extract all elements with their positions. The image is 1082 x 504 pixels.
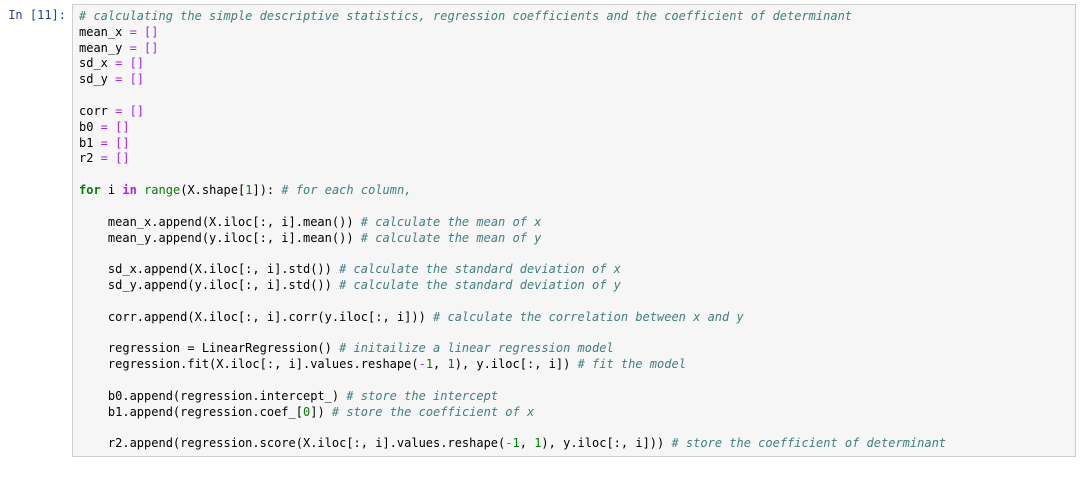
prompt-label: In [8, 8, 22, 22]
input-prompt: In [11]: [0, 4, 72, 457]
prompt-number: 11 [37, 8, 51, 22]
code-input-area[interactable]: # calculating the simple descriptive sta… [72, 4, 1076, 457]
code-content: # calculating the simple descriptive sta… [79, 9, 1069, 452]
code-cell: In [11]: # calculating the simple descri… [0, 0, 1082, 461]
